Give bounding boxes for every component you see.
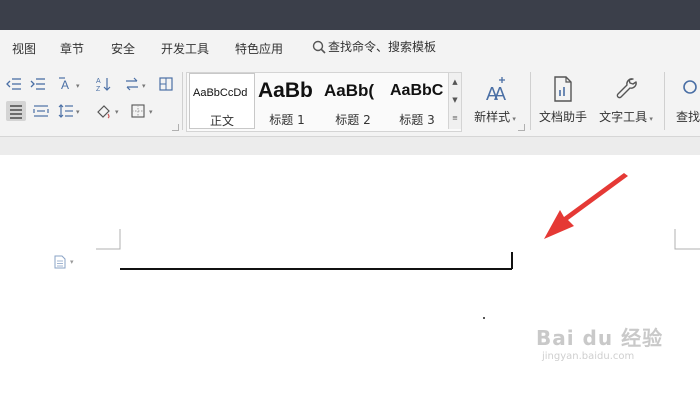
document-assistant-button[interactable]: 文档助手 — [535, 72, 591, 125]
shading-dropdown-icon[interactable]: ▾ — [115, 108, 119, 116]
text-direction-icon[interactable]: A — [56, 74, 76, 94]
new-style-dropdown-icon: ▾ — [510, 115, 516, 123]
style-heading-2-preview: AaBb( — [324, 81, 375, 100]
red-arrow-annotation — [544, 173, 628, 239]
text-direction-dropdown-icon[interactable]: ▾ — [76, 82, 80, 90]
style-normal[interactable]: AaBbCcDd 正文 — [189, 73, 255, 129]
command-search-label: 查找命令、搜索模板 — [328, 40, 437, 54]
styles-expand-icon[interactable]: ≡ — [449, 109, 461, 127]
style-normal-preview: AaBbCcDd — [193, 87, 248, 99]
styles-scrollbar[interactable]: ▲ ▼ ≡ — [448, 73, 461, 129]
new-style-label: 新样式 — [474, 110, 511, 124]
decrease-indent-icon[interactable] — [4, 74, 24, 94]
increase-indent-icon[interactable] — [28, 74, 48, 94]
style-heading-2-label: 标题 2 — [335, 113, 371, 127]
find-button[interactable]: 查找 — [670, 72, 700, 125]
style-normal-label: 正文 — [209, 114, 234, 128]
paragraph-marker[interactable]: ▾ — [54, 255, 74, 269]
menu-view[interactable]: 视图 — [12, 40, 36, 57]
separator — [664, 72, 665, 130]
style-heading-1[interactable]: AaBb 标题 1 — [255, 73, 319, 129]
svg-text:A: A — [494, 84, 506, 104]
style-heading-2[interactable]: AaBb( 标题 2 — [321, 73, 385, 129]
line-spacing-icon[interactable] — [56, 101, 76, 121]
document-icon — [54, 255, 66, 269]
borders-icon[interactable] — [128, 101, 148, 121]
separator — [182, 72, 183, 130]
layout-icon[interactable] — [156, 74, 176, 94]
svg-text:Z: Z — [96, 86, 101, 93]
svg-text:A: A — [61, 78, 69, 92]
shading-icon[interactable] — [94, 101, 114, 121]
watermark-url: jingyan.baidu.com — [542, 351, 635, 362]
menu-special-apps[interactable]: 特色应用 — [235, 40, 283, 57]
line-spacing-swap-icon[interactable] — [122, 74, 142, 94]
text-cursor — [511, 252, 513, 269]
watermark-logo-text: Bai du 经验 — [536, 326, 664, 350]
paragraph-marker-dropdown-icon: ▾ — [70, 258, 74, 266]
text-tools-button[interactable]: 文字工具 ▾ — [595, 72, 657, 125]
styles-scroll-up-icon[interactable]: ▲ — [449, 73, 461, 91]
title-bar — [0, 0, 700, 30]
underline-text-line — [120, 268, 512, 270]
text-tools-label: 文字工具 — [599, 110, 648, 124]
style-heading-3[interactable]: AaBbC 标题 3 — [387, 73, 447, 129]
menu-security[interactable]: 安全 — [111, 40, 135, 57]
line-spacing-dropdown-icon[interactable]: ▾ — [76, 108, 80, 116]
command-search[interactable]: 查找命令、搜索模板 — [312, 38, 436, 55]
new-style-button[interactable]: AA 新样式 ▾ — [466, 72, 524, 125]
style-heading-1-preview: AaBb — [258, 79, 313, 102]
text-tools-dropdown-icon: ▾ — [647, 115, 653, 123]
crop-mark-top-left — [96, 229, 121, 250]
styles-gallery: AaBbCcDd 正文 AaBb 标题 1 AaBb( 标题 2 AaBbC 标… — [186, 72, 462, 132]
borders-dropdown-icon[interactable]: ▾ — [149, 108, 153, 116]
sort-icon[interactable]: AZ — [93, 74, 113, 94]
styles-scroll-down-icon[interactable]: ▼ — [449, 91, 461, 109]
style-heading-3-label: 标题 3 — [399, 113, 435, 127]
search-icon — [312, 40, 326, 54]
menu-bar: 视图 章节 安全 开发工具 特色应用 查找命令、搜索模板 — [0, 30, 700, 66]
new-style-icon: AA — [486, 77, 506, 104]
style-heading-3-preview: AaBbC — [390, 82, 444, 99]
svg-text:A: A — [96, 78, 101, 85]
style-heading-1-label: 标题 1 — [269, 113, 305, 127]
separator — [530, 72, 531, 130]
styles-settings-launcher[interactable] — [518, 124, 525, 131]
menu-developer-tools[interactable]: 开发工具 — [161, 40, 209, 57]
distributed-align-icon[interactable] — [31, 101, 51, 121]
watermark: Bai du 经验 jingyan.baidu.com — [536, 322, 663, 362]
document-assistant-label: 文档助手 — [538, 110, 587, 124]
find-icon — [683, 80, 697, 94]
paragraph-settings-launcher[interactable] — [172, 124, 179, 131]
document-assistant-icon — [554, 76, 572, 102]
line-spacing-swap-dropdown-icon[interactable]: ▾ — [142, 82, 146, 90]
paragraph-dot — [483, 317, 485, 319]
wrench-icon — [616, 78, 637, 99]
align-justify-icon[interactable] — [6, 101, 26, 121]
find-label: 查找 — [676, 110, 700, 124]
ribbon: A ▾ AZ ▾ ▾ ▾ ▾ AaBbCcDd 正文 AaBb 标题 1 AaB… — [0, 66, 700, 137]
menu-chapter[interactable]: 章节 — [60, 40, 84, 57]
crop-mark-top-right — [674, 229, 700, 250]
